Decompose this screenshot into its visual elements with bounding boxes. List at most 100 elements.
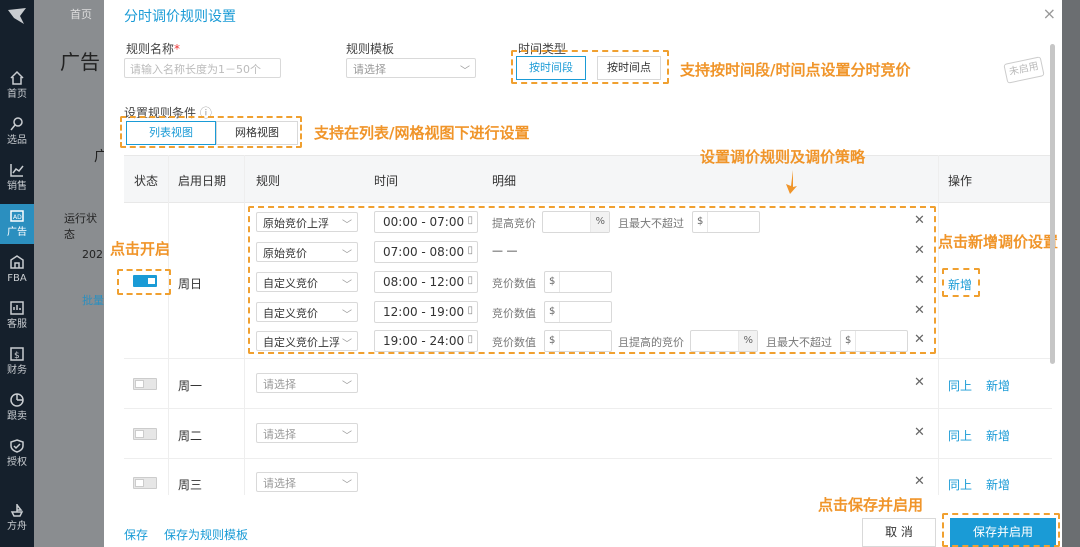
cancel-button[interactable]: 取 消: [862, 518, 936, 547]
col-action: 操作: [948, 174, 973, 188]
save-link[interactable]: 保存: [124, 526, 148, 543]
close-icon[interactable]: ✕: [914, 375, 925, 390]
scrollbar[interactable]: [1050, 44, 1055, 364]
sidebar-item-label: 选品: [7, 135, 27, 146]
max-input[interactable]: $: [840, 330, 908, 352]
time-value: 07:00 - 08:00: [383, 245, 465, 259]
sidebar-item-service[interactable]: 客服: [0, 296, 34, 336]
rule-select[interactable]: 原始竞价 ﹀: [256, 242, 358, 262]
chevron-down-icon: ﹀: [342, 250, 352, 261]
clock-icon: ▯: [467, 245, 473, 256]
sidebar-item-ark[interactable]: 方舟: [0, 498, 34, 538]
sidebar-item-label: 销售: [7, 181, 27, 192]
bid-input[interactable]: $: [544, 301, 612, 323]
sidebar-item-label: 财务: [7, 365, 27, 376]
col-rule: 规则: [256, 174, 281, 188]
bg-batch: 批量: [82, 294, 104, 307]
toggle-knob: [135, 479, 144, 487]
rule-select[interactable]: 原始竞价上浮 ﹀: [256, 212, 358, 232]
rule-select[interactable]: 自定义竞价 ﹀: [256, 272, 358, 292]
close-icon[interactable]: ✕: [914, 243, 925, 258]
bid-input[interactable]: $: [544, 271, 612, 293]
sidebar-item-auth[interactable]: 授权: [0, 434, 34, 474]
chevron-down-icon: ﹀: [342, 310, 352, 321]
copy-above-link[interactable]: 同上: [948, 476, 972, 493]
raise-label: 且提高的竞价: [618, 336, 684, 349]
bid-input[interactable]: $: [544, 330, 612, 352]
time-value: 12:00 - 19:00: [383, 305, 465, 319]
rule-placeholder: 请选择: [263, 428, 296, 441]
percent-suffix: %: [590, 212, 609, 232]
svg-text:$: $: [14, 351, 20, 361]
background-right-edge: [1062, 0, 1080, 547]
divider: [168, 155, 169, 495]
copy-above-link[interactable]: 同上: [948, 377, 972, 394]
time-type-highlight: [511, 50, 669, 84]
add-highlight: [942, 268, 980, 297]
col-time: 时间: [374, 174, 399, 188]
wednesday-toggle[interactable]: [133, 477, 157, 489]
logo-icon: [8, 8, 26, 24]
divider: [124, 408, 1052, 409]
copy-above-link[interactable]: 同上: [948, 427, 972, 444]
divider: [244, 155, 245, 495]
chevron-down-icon: ﹀: [342, 431, 352, 442]
time-range-input[interactable]: 19:00 - 24:00 ▯: [374, 330, 478, 352]
rule-select[interactable]: 自定义竞价上浮 ﹀: [256, 331, 358, 351]
rule-name-label: 规则名称*: [126, 42, 181, 56]
rule-select[interactable]: 请选择 ﹀: [256, 423, 358, 443]
add-rule-link[interactable]: 新增: [986, 476, 1010, 493]
annotation-save: 点击保存并启用: [818, 496, 924, 514]
divider: [124, 458, 1052, 459]
sidebar-item-product[interactable]: 选品: [0, 112, 34, 152]
divider: [938, 155, 939, 495]
clock-icon: ▯: [467, 305, 473, 316]
rule-placeholder: 请选择: [263, 477, 296, 490]
sidebar-item-follow[interactable]: 跟卖: [0, 388, 34, 428]
max-input[interactable]: $: [692, 211, 760, 233]
close-icon[interactable]: ✕: [914, 303, 925, 318]
close-icon[interactable]: ×: [1043, 4, 1056, 23]
time-range-input[interactable]: 00:00 - 07:00 ▯: [374, 211, 478, 233]
tuesday-toggle[interactable]: [133, 428, 157, 440]
close-icon[interactable]: ✕: [914, 213, 925, 228]
message-icon: [10, 301, 24, 315]
sidebar-item-label: 广告: [7, 227, 27, 238]
sidebar-item-home[interactable]: 首页: [0, 66, 34, 106]
clock-icon: ▯: [467, 275, 473, 286]
template-select[interactable]: 请选择 ﹀: [346, 58, 476, 78]
sidebar-item-sales[interactable]: 销售: [0, 158, 34, 198]
percent-input[interactable]: %: [690, 330, 758, 352]
monday-toggle[interactable]: [133, 378, 157, 390]
rule-select[interactable]: 自定义竞价 ﹀: [256, 302, 358, 322]
currency-prefix: $: [545, 331, 561, 351]
chevron-down-icon: ﹀: [342, 480, 352, 491]
save-template-link[interactable]: 保存为规则模板: [164, 526, 248, 543]
sidebar-item-fba[interactable]: FBA: [0, 250, 34, 290]
time-range-input[interactable]: 12:00 - 19:00 ▯: [374, 301, 478, 323]
sidebar-item-ads[interactable]: AD 广告: [0, 204, 34, 244]
max-label: 且最大不超过: [618, 217, 684, 230]
sidebar-item-finance[interactable]: $ 财务: [0, 342, 34, 382]
detail-label: 竞价数值: [492, 277, 536, 290]
close-icon[interactable]: ✕: [914, 474, 925, 489]
col-status: 状态: [134, 174, 159, 188]
close-icon[interactable]: ✕: [914, 425, 925, 440]
percent-input[interactable]: %: [542, 211, 610, 233]
col-detail: 明细: [492, 174, 517, 188]
time-range-input[interactable]: 08:00 - 12:00 ▯: [374, 271, 478, 293]
rule-select[interactable]: 请选择 ﹀: [256, 373, 358, 393]
rule-name-input[interactable]: 请输入名称长度为1－50个: [124, 58, 281, 78]
close-icon[interactable]: ✕: [914, 273, 925, 288]
rule-value: 原始竞价上浮: [263, 217, 329, 230]
template-label: 规则模板: [346, 42, 395, 56]
col-date: 启用日期: [178, 174, 227, 188]
add-rule-link[interactable]: 新增: [986, 427, 1010, 444]
time-value: 00:00 - 07:00: [383, 215, 465, 229]
rule-select[interactable]: 请选择 ﹀: [256, 472, 358, 492]
add-rule-link[interactable]: 新增: [986, 377, 1010, 394]
time-range-input[interactable]: 07:00 - 08:00 ▯: [374, 241, 478, 263]
clock-icon: ▯: [467, 334, 473, 345]
close-icon[interactable]: ✕: [914, 332, 925, 347]
template-placeholder: 请选择: [353, 63, 386, 76]
